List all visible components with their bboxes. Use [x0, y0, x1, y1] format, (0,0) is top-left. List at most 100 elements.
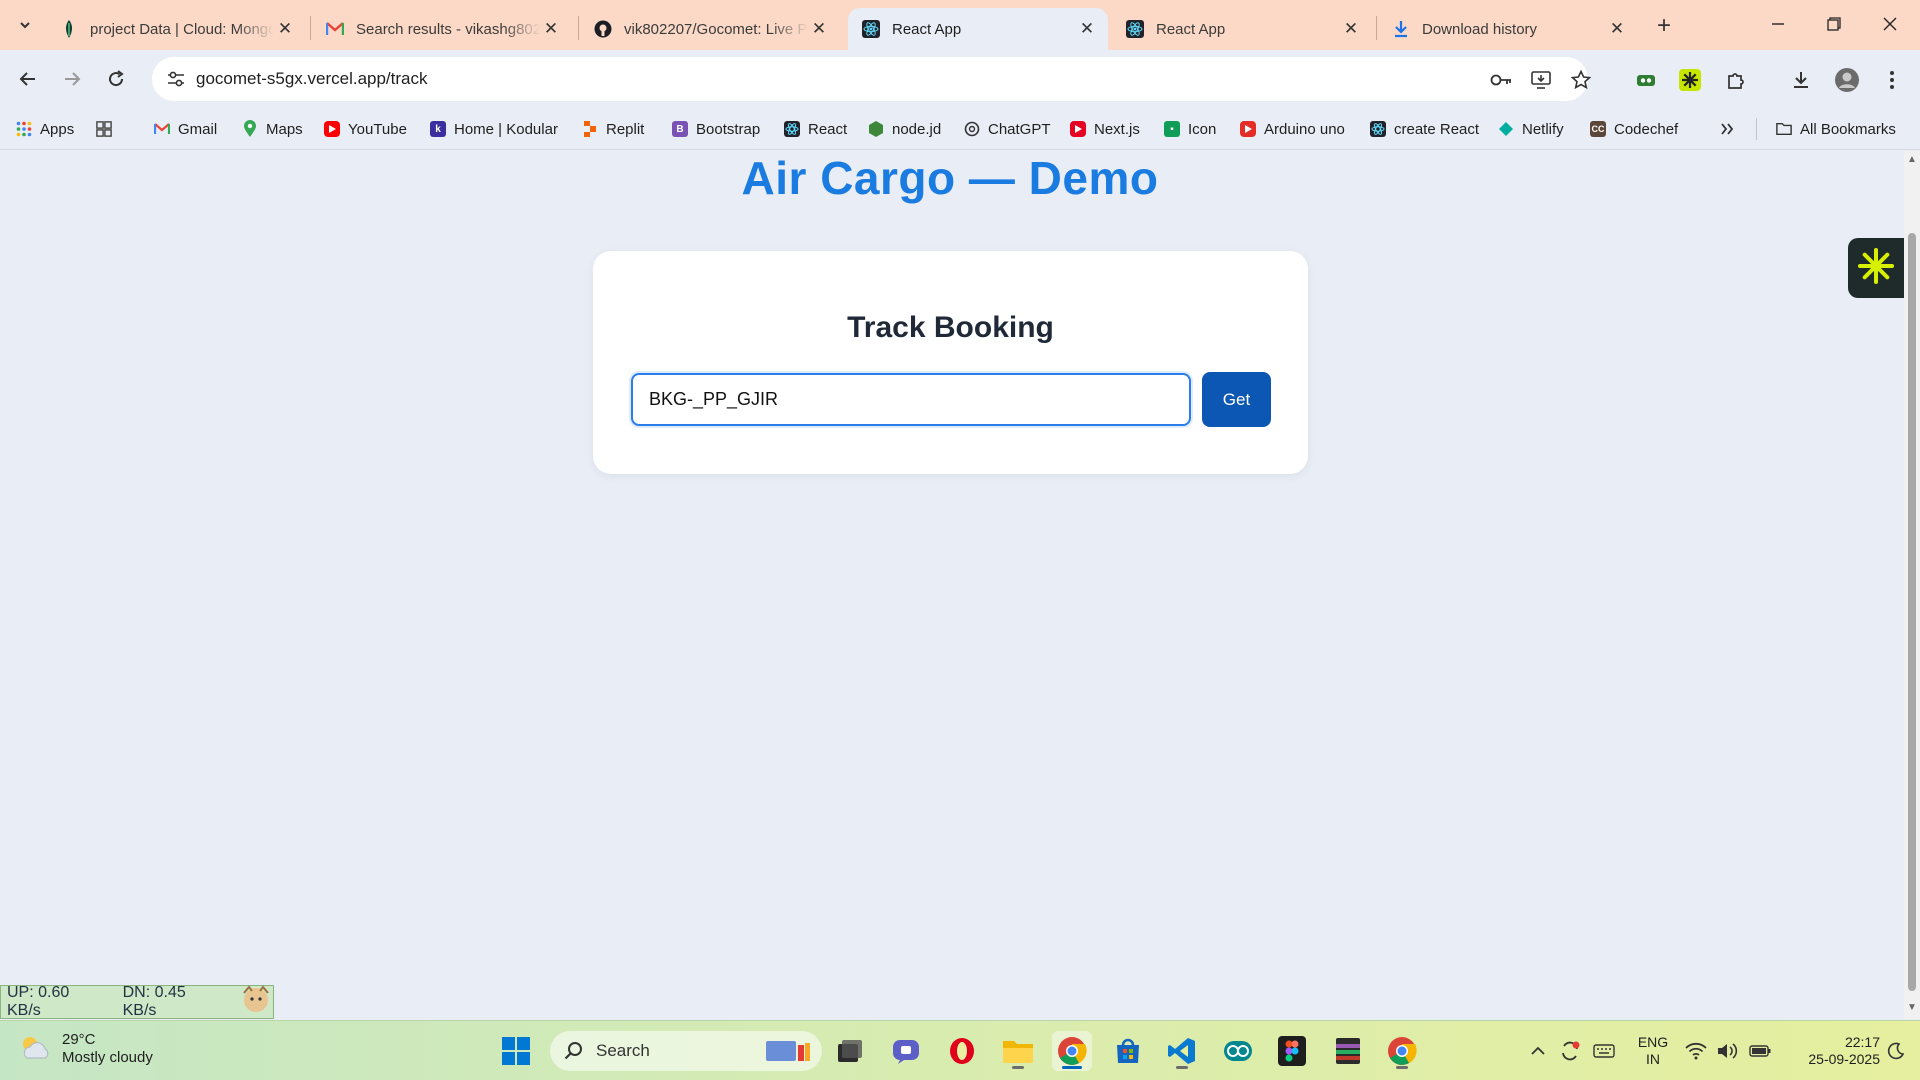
bookmark-arduino[interactable]: Arduino uno [1240, 117, 1345, 141]
search-highlight-icon [764, 1037, 812, 1065]
bookmark-label: node.jd [892, 120, 942, 138]
address-bar[interactable]: gocomet-s5gx.vercel.app/track [152, 57, 1591, 101]
downloads-icon[interactable] [1785, 64, 1817, 96]
microsoft-store-icon[interactable] [1108, 1031, 1148, 1071]
tab-close-icon[interactable]: ✕ [808, 18, 830, 40]
battery-icon[interactable] [1742, 1031, 1778, 1071]
chrome-icon[interactable] [1052, 1031, 1092, 1071]
restore-icon[interactable] [1806, 6, 1862, 42]
clock[interactable]: 22:17 25-09-2025 [1780, 1034, 1880, 1068]
bookmark-gmail[interactable]: Gmail [154, 117, 217, 141]
forward-arrow-icon[interactable] [56, 63, 88, 95]
bookmark-replit[interactable]: Replit [582, 117, 644, 141]
extensions-puzzle-icon[interactable] [1720, 64, 1752, 96]
weather-widget[interactable]: 29°C Mostly cloudy [18, 1031, 153, 1067]
booking-id-input[interactable] [631, 373, 1191, 426]
keyboard-icon[interactable] [1586, 1031, 1622, 1071]
bookmark-codechef[interactable]: CC Codechef [1590, 117, 1678, 141]
scroll-up-arrow-icon[interactable]: ▲ [1907, 155, 1917, 165]
extension-asterisk-icon[interactable] [1674, 64, 1706, 96]
bookmark-nextjs[interactable]: Next.js [1070, 117, 1140, 141]
bookmark-apps[interactable]: Apps [16, 117, 74, 141]
bookmark-kodular[interactable]: k Home | Kodular [430, 117, 558, 141]
task-view-icon[interactable] [830, 1031, 870, 1071]
page-scrollbar[interactable]: ▲ ▼ [1904, 151, 1920, 1019]
kodular-k-icon: k [430, 121, 446, 137]
bookmark-label: All Bookmarks [1800, 120, 1896, 138]
bookmark-label: Arduino uno [1264, 120, 1345, 138]
bookmark-star-icon[interactable] [1568, 67, 1594, 93]
tab-react-app-active[interactable]: React App ✕ [848, 8, 1108, 50]
tab-close-icon[interactable]: ✕ [1606, 18, 1628, 40]
running-indicator [1012, 1066, 1024, 1069]
bookmark-chatgpt[interactable]: ChatGPT [964, 117, 1051, 141]
show-hidden-icons-chevron-icon[interactable] [1520, 1031, 1556, 1071]
minimize-icon[interactable] [1750, 6, 1806, 42]
file-explorer-icon[interactable] [998, 1031, 1038, 1071]
apps-grid-icon [16, 121, 32, 137]
install-app-icon[interactable] [1528, 67, 1554, 93]
tab-close-icon[interactable]: ✕ [274, 18, 296, 40]
tab-react-app[interactable]: React App ✕ [1112, 8, 1372, 50]
icon-site-icon: ▪ [1164, 121, 1180, 137]
browser-menu-kebab-icon[interactable] [1876, 64, 1908, 96]
back-arrow-icon[interactable] [12, 63, 44, 95]
download-icon [1392, 20, 1410, 38]
taskbar-search-box[interactable]: Search [550, 1031, 822, 1071]
floating-extension-widget[interactable] [1848, 238, 1904, 298]
chatgpt-icon [964, 121, 980, 137]
youtube-icon [324, 121, 340, 137]
close-window-icon[interactable] [1862, 6, 1918, 42]
figma-icon[interactable] [1272, 1031, 1312, 1071]
codechef-icon: CC [1590, 121, 1606, 137]
new-tab-plus-icon[interactable]: + [1650, 12, 1678, 40]
wifi-icon[interactable] [1678, 1031, 1714, 1071]
tab-close-icon[interactable]: ✕ [540, 18, 562, 40]
tab-close-icon[interactable]: ✕ [1076, 18, 1098, 40]
tab-close-icon[interactable]: ✕ [1340, 18, 1362, 40]
tab-search-chevron-icon[interactable] [10, 10, 40, 40]
vscode-icon[interactable] [1162, 1031, 1202, 1071]
sync-update-icon[interactable] [1552, 1031, 1588, 1071]
site-info-tune-icon[interactable] [164, 67, 188, 91]
react-icon [1126, 20, 1144, 38]
winrar-icon[interactable] [1328, 1031, 1368, 1071]
profile-avatar-icon[interactable] [1831, 64, 1863, 96]
bookmark-tab-groups[interactable] [96, 117, 120, 141]
windows-start-icon[interactable] [496, 1031, 536, 1071]
password-key-icon[interactable] [1488, 67, 1514, 93]
volume-icon[interactable] [1710, 1031, 1746, 1071]
teams-chat-icon[interactable] [886, 1031, 926, 1071]
reload-icon[interactable] [100, 63, 132, 95]
bookmark-create-react[interactable]: create React [1370, 117, 1479, 141]
opera-icon[interactable] [942, 1031, 982, 1071]
react-icon [862, 20, 880, 38]
windows-taskbar: 29°C Mostly cloudy Search ENG IN 22:17 2… [0, 1020, 1920, 1080]
arduino-ide-icon[interactable] [1218, 1031, 1258, 1071]
notifications-moon-icon[interactable] [1878, 1031, 1914, 1071]
running-indicator [1396, 1066, 1408, 1069]
bookmark-nodejs[interactable]: node.jd [868, 117, 941, 141]
bookmark-react[interactable]: React [784, 117, 847, 141]
bookmark-netlify[interactable]: Netlify [1498, 117, 1564, 141]
bookmarks-overflow-chevron-icon[interactable] [1720, 117, 1734, 141]
bookmark-maps[interactable]: Maps [242, 117, 303, 141]
tab-title: React App [892, 20, 962, 38]
bookmark-youtube[interactable]: YouTube [324, 117, 407, 141]
all-bookmarks-folder[interactable]: All Bookmarks [1776, 117, 1896, 141]
extension-green-icon[interactable] [1630, 64, 1662, 96]
bookmark-bootstrap[interactable]: B Bootstrap [672, 117, 760, 141]
tab-github[interactable]: vik802207/Gocomet: Live Project ✕ [580, 8, 840, 50]
chrome-profile-icon[interactable] [1382, 1031, 1422, 1071]
tab-title: Search results - vikashg802@gmail.com [356, 20, 540, 38]
scroll-down-arrow-icon[interactable]: ▼ [1907, 1003, 1917, 1013]
get-button[interactable]: Get [1202, 372, 1271, 427]
tab-gmail[interactable]: Search results - vikashg802@gmail.com ✕ [312, 8, 572, 50]
tab-download-history[interactable]: Download history ✕ [1378, 8, 1638, 50]
bookmarks-divider [1756, 118, 1757, 140]
tab-mongodb[interactable]: project Data | Cloud: MongoDB Cloud ✕ [46, 8, 306, 50]
scrollbar-thumb[interactable] [1908, 233, 1916, 991]
bookmark-icon[interactable]: ▪ Icon [1164, 117, 1216, 141]
weather-description: Mostly cloudy [62, 1049, 153, 1066]
language-indicator[interactable]: ENG IN [1634, 1034, 1672, 1068]
